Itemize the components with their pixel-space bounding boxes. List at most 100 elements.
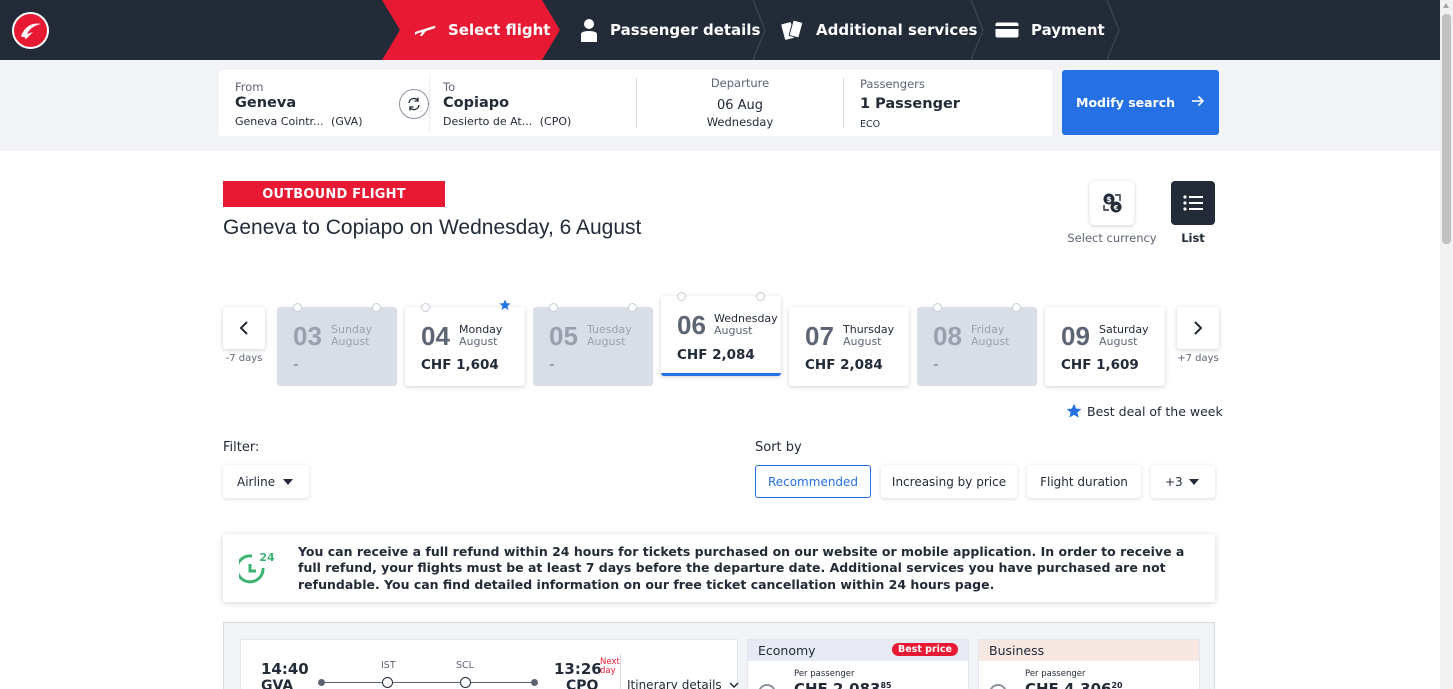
page-title: Geneva to Copiapo on Wednesday, 6 August bbox=[223, 216, 642, 239]
departure-field[interactable]: Departure 06 Aug Wednesday bbox=[637, 70, 843, 136]
top-nav-bar: Select flight Passenger details Addition… bbox=[0, 0, 1440, 60]
arrival-airport-code: CPO bbox=[566, 678, 599, 689]
refund-notice: 24 You can receive a full refund within … bbox=[223, 534, 1215, 602]
card-pin bbox=[421, 303, 430, 312]
economy-select-radio[interactable] bbox=[758, 684, 776, 689]
step-separator bbox=[1106, 0, 1120, 60]
departure-time: 14:40 bbox=[261, 660, 309, 678]
economy-fare-card[interactable]: Economy Best price Per passenger CHF 2,0… bbox=[747, 639, 969, 689]
step-passenger-details[interactable]: Passenger details bbox=[580, 0, 760, 60]
best-price-badge: Best price bbox=[891, 643, 958, 656]
date-day-number: 09 bbox=[1061, 321, 1090, 351]
chevron-right-icon bbox=[1194, 321, 1203, 335]
airline-filter-label: Airline bbox=[237, 474, 276, 489]
select-currency-label: Select currency bbox=[1067, 231, 1157, 245]
itinerary-details-toggle[interactable]: Itinerary details bbox=[620, 654, 739, 689]
departure-day: Wednesday bbox=[706, 115, 774, 129]
date-day-number: 07 bbox=[805, 321, 834, 351]
date-card-06-selected[interactable]: 06 Wednesday August CHF 2,084 bbox=[661, 292, 781, 376]
route-line bbox=[321, 682, 535, 683]
date-card-05: 05 Tuesday August - bbox=[533, 303, 653, 386]
sort-by-price-button[interactable]: Increasing by price bbox=[881, 465, 1017, 498]
date-card-03: 03 Sunday August - bbox=[277, 303, 397, 386]
step-select-flight[interactable]: Select flight bbox=[382, 0, 560, 60]
sort-recommended-button[interactable]: Recommended bbox=[755, 465, 871, 498]
date-month: August bbox=[331, 335, 370, 348]
economy-price-value: CHF 2,083 bbox=[794, 680, 881, 689]
from-field[interactable]: From Geneva Geneva Cointr... (GVA) bbox=[235, 70, 405, 136]
economy-price: CHF 2,08385 bbox=[794, 680, 892, 689]
economy-price-cents: 85 bbox=[880, 681, 892, 689]
card-pin bbox=[756, 292, 765, 301]
plane-icon bbox=[414, 23, 436, 37]
date-day-number: 06 bbox=[677, 310, 706, 340]
chevron-left-icon bbox=[239, 321, 248, 335]
credit-card-icon bbox=[995, 22, 1019, 38]
svg-text:$: $ bbox=[1106, 195, 1112, 204]
route-start-dot bbox=[318, 679, 325, 686]
list-view-button[interactable] bbox=[1171, 181, 1215, 225]
from-city: Geneva bbox=[235, 95, 297, 111]
date-card-08: 08 Friday August - bbox=[917, 303, 1037, 386]
best-deal-legend: Best deal of the week bbox=[1066, 403, 1223, 419]
card-pin bbox=[293, 303, 302, 312]
date-price: - bbox=[293, 357, 299, 373]
chevron-down-icon bbox=[728, 682, 739, 689]
date-day-number: 03 bbox=[293, 321, 322, 351]
arrival-time: 13:26 bbox=[554, 660, 602, 678]
card-pin bbox=[677, 292, 686, 301]
airline-filter-dropdown[interactable]: Airline bbox=[223, 465, 309, 498]
passengers-value: 1 Passenger bbox=[860, 96, 960, 112]
passengers-field[interactable]: Passengers 1 Passenger ECO bbox=[860, 70, 1040, 136]
prev-week-button[interactable] bbox=[223, 307, 265, 349]
flight-itinerary-card[interactable]: 14:40 GVA IST SCL 13:26 CPO Next day Iti… bbox=[240, 639, 739, 689]
card-pin bbox=[1012, 303, 1021, 312]
swap-airports-button[interactable] bbox=[399, 89, 429, 119]
swap-icon bbox=[408, 97, 420, 111]
date-card-04[interactable]: 04 Monday August CHF 1,604 bbox=[405, 299, 525, 386]
economy-fare-header: Economy Best price bbox=[748, 640, 968, 661]
business-fare-header: Business bbox=[979, 640, 1199, 661]
passengers-label: Passengers bbox=[860, 77, 925, 91]
select-currency-button[interactable]: $ € bbox=[1090, 181, 1134, 225]
scrollbar-thumb[interactable] bbox=[1442, 14, 1451, 244]
next-week-button[interactable] bbox=[1177, 307, 1219, 349]
to-field[interactable]: To Copiapo Desierto de At... (CPO) bbox=[443, 70, 623, 136]
filter-label: Filter: bbox=[223, 440, 260, 455]
sort-by-duration-button[interactable]: Flight duration bbox=[1027, 465, 1141, 498]
date-month: August bbox=[459, 335, 498, 348]
step-separator bbox=[970, 0, 984, 60]
best-deal-label: Best deal of the week bbox=[1087, 403, 1223, 419]
business-fare-card[interactable]: Business Per passenger CHF 4,30620 bbox=[978, 639, 1200, 689]
chevron-down-icon bbox=[1189, 479, 1199, 485]
business-select-radio[interactable] bbox=[989, 684, 1007, 689]
to-airport: Desierto de At... (CPO) bbox=[443, 115, 571, 128]
departure-airport-code: GVA bbox=[261, 678, 294, 689]
step-payment[interactable]: Payment bbox=[995, 0, 1105, 60]
stop-marker bbox=[382, 677, 393, 688]
modify-search-button[interactable]: Modify search bbox=[1062, 70, 1219, 135]
scroll-up-arrow-icon[interactable] bbox=[1443, 3, 1449, 8]
date-card-09[interactable]: 09 Saturday August CHF 1,609 bbox=[1045, 307, 1165, 386]
business-label: Business bbox=[989, 643, 1045, 658]
more-sort-options-dropdown[interactable]: +3 bbox=[1151, 465, 1215, 498]
departure-date: 06 Aug bbox=[716, 98, 764, 113]
refund-24h-icon: 24 bbox=[239, 551, 275, 584]
from-airport-name: Geneva Cointr... bbox=[235, 115, 324, 128]
date-price: CHF 1,609 bbox=[1061, 357, 1139, 373]
turkish-airlines-logo[interactable] bbox=[12, 12, 49, 49]
date-month: August bbox=[1099, 335, 1138, 348]
date-card-07[interactable]: 07 Thursday August CHF 2,084 bbox=[789, 307, 909, 386]
svg-text:€: € bbox=[1113, 204, 1119, 212]
stop-marker bbox=[460, 677, 471, 688]
per-passenger-label: Per passenger bbox=[794, 669, 855, 679]
date-month: August bbox=[971, 335, 1010, 348]
from-airport-code: (GVA) bbox=[331, 115, 363, 128]
page-scrollbar[interactable] bbox=[1440, 0, 1453, 689]
prev-week-label: -7 days bbox=[225, 353, 263, 364]
list-view-label: List bbox=[1181, 231, 1205, 245]
step-additional-services[interactable]: Additional services bbox=[780, 0, 977, 60]
list-icon bbox=[1183, 195, 1203, 211]
divider bbox=[843, 78, 844, 128]
step-label: Payment bbox=[1031, 21, 1105, 39]
